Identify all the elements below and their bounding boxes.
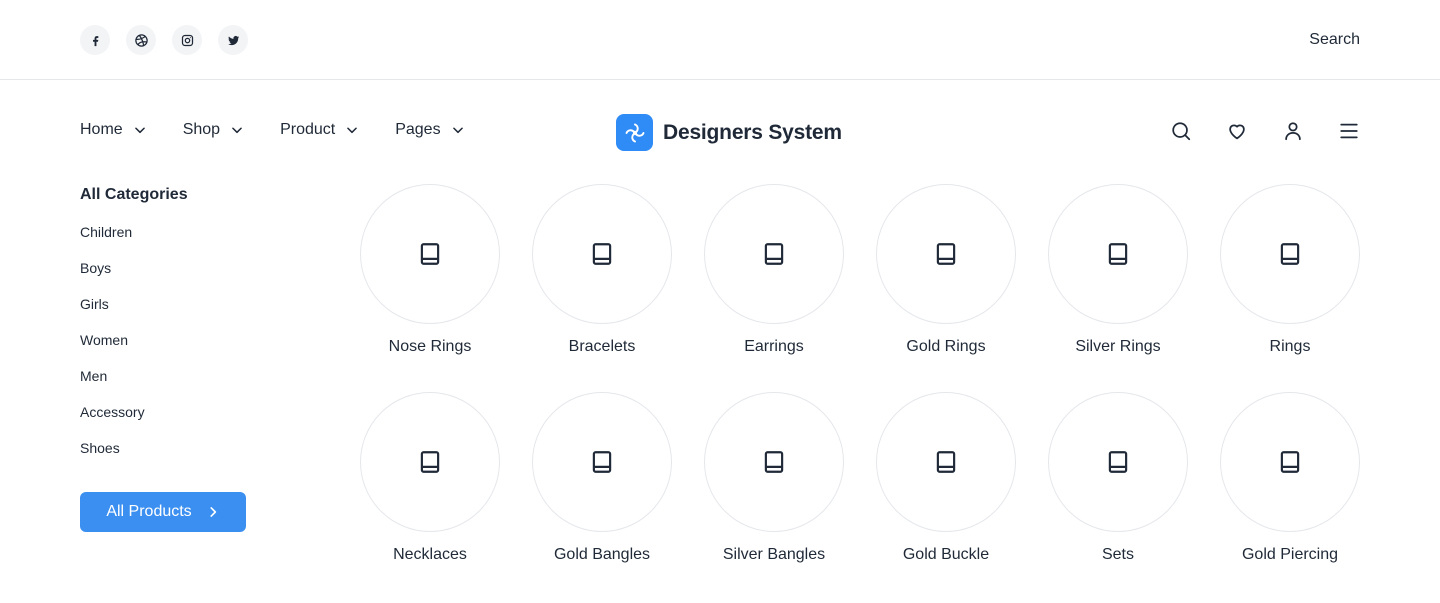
nav-item-label: Shop: [182, 121, 221, 138]
twitter-link[interactable]: [218, 25, 248, 55]
category-tile[interactable]: Necklaces: [360, 392, 500, 563]
category-item[interactable]: Women: [80, 330, 300, 366]
brand-logo[interactable]: Designers System: [616, 114, 842, 151]
facebook-link[interactable]: [80, 25, 110, 55]
chevron-down-icon: [232, 127, 242, 134]
category-circle: [532, 184, 672, 324]
category-list: Children Boys Girls Women Men Accessory …: [80, 222, 300, 474]
category-circle: [1220, 392, 1360, 532]
category-tile-label: Silver Bangles: [722, 546, 826, 563]
category-tile[interactable]: Bracelets: [532, 184, 672, 355]
book-icon: [936, 243, 956, 265]
instagram-icon: [181, 34, 193, 46]
category-item[interactable]: Men: [80, 366, 300, 402]
logo-icon: [616, 114, 653, 151]
category-circle: [532, 392, 672, 532]
book-icon: [1108, 451, 1128, 473]
category-circle: [704, 184, 844, 324]
book-icon: [1108, 243, 1128, 265]
dribbble-link[interactable]: [126, 25, 156, 55]
category-item[interactable]: Boys: [80, 258, 300, 294]
all-products-button[interactable]: All Products: [80, 492, 246, 532]
category-tile-label: Sets: [1101, 546, 1134, 563]
brand-name: Designers System: [663, 120, 842, 144]
nav-item-label: Home: [80, 121, 123, 138]
header-actions: [1170, 120, 1360, 142]
dribbble-icon: [134, 33, 148, 47]
book-icon: [420, 243, 440, 265]
chevron-down-icon: [347, 127, 358, 134]
category-tile-label: Rings: [1269, 338, 1311, 355]
nav-item-label: Product: [280, 121, 336, 138]
category-tile[interactable]: Earrings: [704, 184, 844, 355]
category-tile-label: Gold Piercing: [1241, 546, 1339, 563]
category-grid: Nose Rings Bracelets Earrings Gold Rings…: [360, 184, 1360, 563]
book-icon: [420, 451, 440, 473]
category-tile[interactable]: Sets: [1048, 392, 1188, 563]
category-tile-label: Earrings: [744, 338, 804, 355]
top-search-link[interactable]: Search: [1309, 31, 1360, 49]
category-tile[interactable]: Gold Buckle: [876, 392, 1016, 563]
chevron-down-icon: [452, 127, 463, 134]
category-tile-label: Silver Rings: [1075, 338, 1161, 355]
chevron-right-icon: [210, 507, 216, 517]
book-icon: [1280, 451, 1300, 473]
main-nav: Home Shop Product Pages: [80, 121, 501, 139]
chevron-down-icon: [134, 127, 145, 134]
category-circle: [704, 392, 844, 532]
category-tile-label: Nose Rings: [388, 338, 472, 355]
category-tile-label: Gold Rings: [906, 338, 986, 355]
all-products-label: All Products: [106, 503, 192, 520]
category-item[interactable]: Accessory: [80, 402, 300, 438]
category-circle: [360, 392, 500, 532]
category-circle: [360, 184, 500, 324]
book-icon: [592, 243, 612, 265]
category-circle: [1048, 184, 1188, 324]
book-icon: [936, 451, 956, 473]
category-circle: [876, 392, 1016, 532]
top-bar: Search: [0, 0, 1440, 80]
twitter-icon: [227, 35, 239, 45]
category-tile[interactable]: Gold Rings: [876, 184, 1016, 355]
social-links: [80, 25, 248, 55]
menu-icon[interactable]: [1338, 120, 1360, 142]
book-icon: [1280, 243, 1300, 265]
nav-item-label: Pages: [395, 121, 441, 138]
category-item[interactable]: Girls: [80, 294, 300, 330]
facebook-icon: [92, 35, 98, 46]
category-tile[interactable]: Nose Rings: [360, 184, 500, 355]
nav-item-shop[interactable]: Shop: [183, 121, 244, 139]
nav-item-home[interactable]: Home: [80, 121, 147, 139]
category-tile[interactable]: Rings: [1220, 184, 1360, 355]
category-tile[interactable]: Gold Piercing: [1220, 392, 1360, 563]
sidebar-title: All Categories: [80, 186, 188, 203]
categories-sidebar: All Categories Children Boys Girls Women…: [80, 186, 300, 474]
category-tile-label: Gold Bangles: [553, 546, 651, 563]
category-circle: [1220, 184, 1360, 324]
search-icon[interactable]: [1170, 120, 1192, 142]
category-circle: [1048, 392, 1188, 532]
book-icon: [592, 451, 612, 473]
book-icon: [764, 451, 784, 473]
category-item[interactable]: Shoes: [80, 438, 300, 474]
category-tile-label: Bracelets: [568, 338, 636, 355]
category-tile-label: Gold Buckle: [902, 546, 990, 563]
category-tile-label: Necklaces: [393, 546, 467, 563]
heart-icon[interactable]: [1226, 120, 1248, 142]
category-circle: [876, 184, 1016, 324]
nav-item-pages[interactable]: Pages: [395, 121, 464, 139]
instagram-link[interactable]: [172, 25, 202, 55]
user-icon[interactable]: [1282, 120, 1304, 142]
category-item[interactable]: Children: [80, 222, 300, 258]
category-tile[interactable]: Silver Rings: [1048, 184, 1188, 355]
category-tile[interactable]: Silver Bangles: [704, 392, 844, 563]
nav-item-product[interactable]: Product: [280, 121, 359, 139]
book-icon: [764, 243, 784, 265]
category-tile[interactable]: Gold Bangles: [532, 392, 672, 563]
